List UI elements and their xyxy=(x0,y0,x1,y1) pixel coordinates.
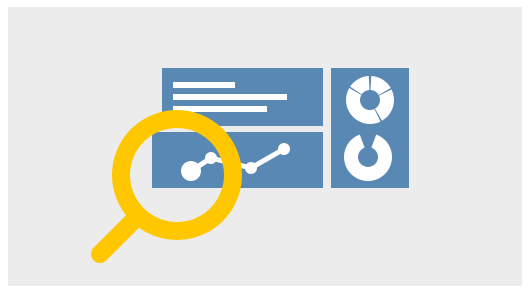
illustration xyxy=(0,0,530,293)
donut-panel xyxy=(331,68,409,188)
line-chart-point-1 xyxy=(181,161,201,181)
text-line-2 xyxy=(173,94,287,100)
line-chart-point-2 xyxy=(205,152,217,164)
analytics-illustration xyxy=(8,7,522,286)
line-chart-point-4 xyxy=(278,143,290,155)
line-chart-point-3 xyxy=(245,162,257,174)
text-line-1 xyxy=(173,82,235,88)
